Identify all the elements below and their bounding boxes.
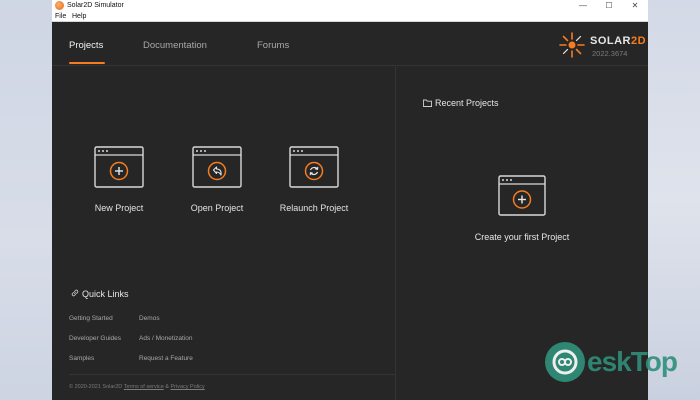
plus-icon bbox=[94, 146, 144, 188]
link-ads-monetization[interactable]: Ads / Monetization bbox=[139, 335, 192, 342]
recent-projects-title: Recent Projects bbox=[435, 98, 499, 108]
brand-name: SOLAR2D bbox=[590, 35, 647, 47]
relaunch-project-button[interactable]: Relaunch Project bbox=[269, 146, 359, 236]
window-title: Solar2D Simulator bbox=[67, 2, 124, 9]
link-icon bbox=[71, 289, 79, 297]
link-developer-guides[interactable]: Developer Guides bbox=[69, 335, 121, 342]
close-button[interactable]: ✕ bbox=[622, 0, 648, 11]
solar2d-logo-icon bbox=[559, 32, 585, 58]
watermark-circle-icon bbox=[545, 342, 585, 382]
create-first-project-label: Create your first Project bbox=[474, 232, 570, 242]
tab-forums[interactable]: Forums bbox=[257, 40, 289, 51]
watermark-logo: eskTop bbox=[545, 340, 695, 388]
link-getting-started[interactable]: Getting Started bbox=[69, 315, 113, 322]
title-bar: Solar2D Simulator — ☐ ✕ bbox=[52, 0, 648, 11]
link-samples[interactable]: Samples bbox=[69, 355, 94, 362]
open-project-button[interactable]: Open Project bbox=[172, 146, 262, 236]
refresh-icon bbox=[289, 146, 339, 188]
footer: © 2020-2021 Solar2D Terms of service & P… bbox=[69, 384, 205, 390]
plus-icon bbox=[498, 175, 546, 216]
top-nav: Projects Documentation Forums SOLAR2D 20… bbox=[52, 22, 648, 66]
open-project-label: Open Project bbox=[190, 203, 244, 213]
panel-divider bbox=[395, 67, 396, 400]
tab-documentation[interactable]: Documentation bbox=[143, 40, 207, 51]
app-icon bbox=[55, 1, 64, 10]
new-project-button[interactable]: New Project bbox=[74, 146, 164, 236]
link-request-feature[interactable]: Request a Feature bbox=[139, 355, 193, 362]
create-first-project-button[interactable]: Create your first Project bbox=[452, 175, 592, 255]
watermark-text: eskTop bbox=[587, 346, 678, 377]
folder-icon bbox=[423, 99, 432, 107]
menu-bar: File Help bbox=[52, 11, 648, 22]
undo-arrow-icon bbox=[192, 146, 242, 188]
privacy-link[interactable]: Privacy Policy bbox=[171, 384, 205, 390]
terms-link[interactable]: Terms of service bbox=[124, 384, 164, 390]
maximize-button[interactable]: ☐ bbox=[596, 0, 622, 11]
new-project-label: New Project bbox=[94, 203, 144, 213]
footer-ampersand: & bbox=[165, 384, 169, 390]
footer-divider bbox=[69, 374, 395, 375]
quick-links-title: Quick Links bbox=[82, 289, 129, 299]
relaunch-project-label: Relaunch Project bbox=[279, 203, 349, 213]
copyright-text: © 2020-2021 Solar2D bbox=[69, 384, 123, 390]
active-tab-indicator bbox=[69, 62, 105, 64]
minimize-button[interactable]: — bbox=[570, 0, 596, 11]
link-demos[interactable]: Demos bbox=[139, 315, 160, 322]
desktop-background-left bbox=[0, 0, 52, 400]
version-label: 2022.3674 bbox=[592, 49, 628, 58]
tab-projects[interactable]: Projects bbox=[69, 40, 103, 51]
